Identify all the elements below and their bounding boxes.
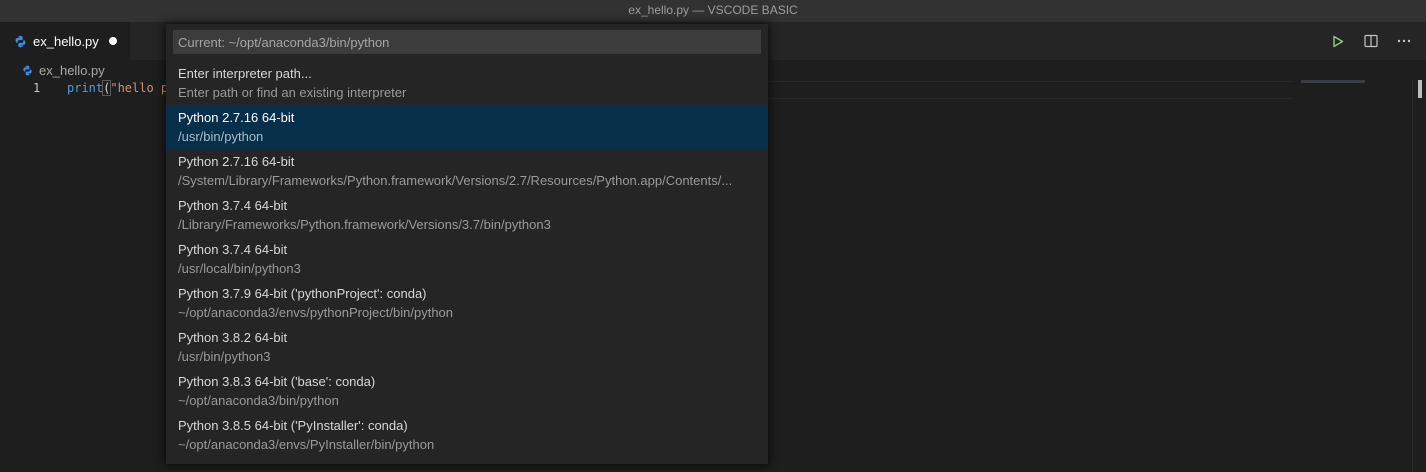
enter-interpreter-path-item[interactable]: Enter interpreter path... Enter path or f… — [166, 61, 768, 105]
interpreter-item-path: /usr/bin/python3 — [178, 349, 271, 364]
tab-label: ex_hello.py — [33, 33, 99, 49]
interpreter-item[interactable]: Python 3.8.5 64-bit ('PyInstaller': cond… — [166, 413, 768, 457]
interpreter-list: Enter interpreter path... Enter path or f… — [166, 61, 768, 457]
interpreter-item-path: ~/opt/anaconda3/envs/pythonProject/bin/p… — [178, 305, 454, 320]
interpreter-item-path: /usr/local/bin/python3 — [178, 261, 301, 276]
interpreter-item-path: Enter path or find an existing interpret… — [178, 85, 407, 100]
interpreter-item-path: /System/Library/Frameworks/Python.framew… — [178, 173, 733, 188]
run-python-file-button[interactable] — [1330, 33, 1346, 49]
interpreter-item-label: Python 3.8.2 64-bit — [178, 330, 288, 345]
breadcrumb-file-label: ex_hello.py — [39, 62, 105, 78]
play-icon — [1333, 35, 1344, 47]
interpreter-item-path: /Library/Frameworks/Python.framework/Ver… — [178, 217, 551, 232]
code-token-string: "hello p — [110, 81, 169, 95]
code-line[interactable]: print("hello p — [67, 80, 169, 96]
current-line-highlight — [767, 81, 1293, 99]
interpreter-search-input[interactable] — [173, 30, 761, 54]
unsaved-dot-icon[interactable] — [108, 37, 117, 45]
python-file-icon — [23, 65, 32, 75]
interpreter-item-label: Python 3.8.5 64-bit ('PyInstaller': cond… — [178, 418, 408, 433]
tab-ex-hello[interactable]: ex_hello.py — [0, 22, 130, 60]
line-number: 1 — [33, 81, 41, 95]
interpreter-item[interactable]: Python 3.8.3 64-bit ('base': conda) ~/opt… — [166, 369, 768, 413]
breadcrumb[interactable]: ex_hello.py — [22, 60, 105, 80]
ellipsis-icon — [1397, 39, 1411, 43]
interpreter-item[interactable]: Python 2.7.16 64-bit/System/Library/Fram… — [166, 149, 768, 193]
interpreter-item-label: Python 2.7.16 64-bit — [178, 154, 295, 169]
interpreter-item-label: Enter interpreter path... — [178, 66, 312, 81]
interpreter-item[interactable]: Python 2.7.16 64-bit/usr/bin/python — [166, 105, 768, 149]
interpreter-item[interactable]: Python 3.8.2 64-bit/usr/bin/python3 — [166, 325, 768, 369]
split-editor-button[interactable] — [1363, 33, 1379, 49]
more-actions-button[interactable] — [1396, 33, 1412, 49]
interpreter-item-label: Python 3.8.3 64-bit ('base': conda) — [178, 374, 376, 389]
scrollbar-thumb[interactable] — [1418, 80, 1422, 98]
minimap-slider[interactable] — [1301, 80, 1365, 83]
interpreter-quick-pick: Enter interpreter path... Enter path or f… — [166, 24, 768, 464]
title-bar: ex_hello.py — VSCODE BASIC — [0, 0, 1426, 22]
split-editor-icon — [1364, 34, 1378, 48]
editor-actions — [1330, 22, 1412, 60]
interpreter-item-path: /usr/bin/python — [178, 129, 264, 144]
interpreter-item-label: Python 3.7.4 64-bit — [178, 242, 288, 257]
window-title: ex_hello.py — VSCODE BASIC — [628, 3, 798, 17]
code-token-function: print — [67, 81, 104, 95]
interpreter-item-path: ~/opt/anaconda3/envs/PyInstaller/bin/pyt… — [178, 437, 435, 452]
interpreter-item-label: Python 2.7.16 64-bit — [178, 110, 295, 125]
python-file-icon — [15, 35, 26, 47]
interpreter-item-label: Python 3.7.9 64-bit ('pythonProject': co… — [178, 286, 427, 301]
interpreter-item[interactable]: Python 3.7.4 64-bit/Library/Frameworks/P… — [166, 193, 768, 237]
interpreter-item-label: Python 3.7.4 64-bit — [178, 198, 288, 213]
interpreter-item[interactable]: Python 3.7.9 64-bit ('pythonProject': co… — [166, 281, 768, 325]
interpreter-item-path: ~/opt/anaconda3/bin/python — [178, 393, 339, 408]
interpreter-item[interactable]: Python 3.7.4 64-bit/usr/local/bin/python… — [166, 237, 768, 281]
vertical-scrollbar[interactable] — [1412, 80, 1426, 472]
